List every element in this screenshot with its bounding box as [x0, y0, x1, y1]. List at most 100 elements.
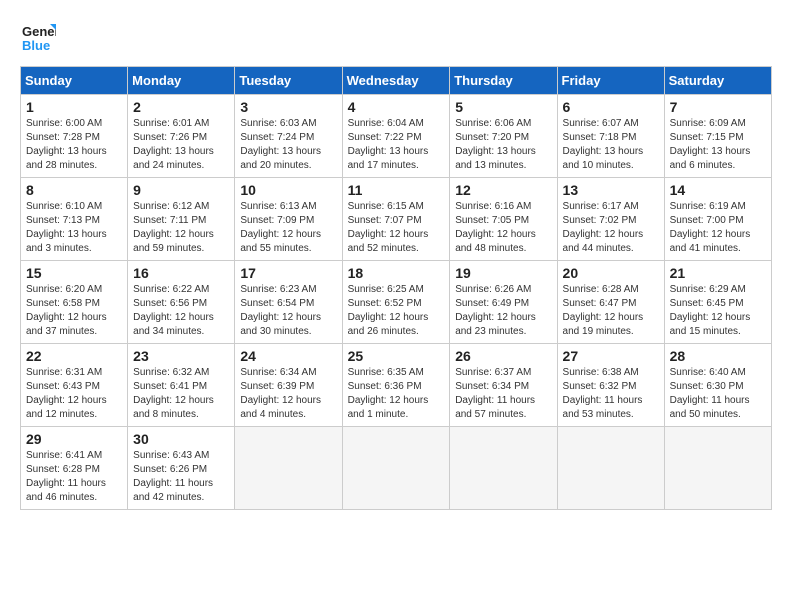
day-number: 6: [563, 99, 659, 115]
day-number: 12: [455, 182, 551, 198]
day-info: Sunrise: 6:26 AMSunset: 6:49 PMDaylight:…: [455, 283, 551, 339]
day-info: Sunrise: 6:17 AMSunset: 7:02 PMDaylight:…: [563, 200, 659, 256]
day-number: 21: [670, 265, 766, 281]
day-info: Sunrise: 6:10 AMSunset: 7:13 PMDaylight:…: [26, 200, 122, 256]
day-info: Sunrise: 6:07 AMSunset: 7:18 PMDaylight:…: [563, 117, 659, 173]
calendar-day-22: 22 Sunrise: 6:31 AMSunset: 6:43 PMDaylig…: [21, 344, 128, 427]
day-info: Sunrise: 6:43 AMSunset: 6:26 PMDaylight:…: [133, 449, 229, 505]
calendar-day-1: 1 Sunrise: 6:00 AMSunset: 7:28 PMDayligh…: [21, 95, 128, 178]
calendar-day-26: 26 Sunrise: 6:37 AMSunset: 6:34 PMDaylig…: [450, 344, 557, 427]
svg-text:General: General: [22, 24, 56, 39]
day-info: Sunrise: 6:06 AMSunset: 7:20 PMDaylight:…: [455, 117, 551, 173]
day-info: Sunrise: 6:35 AMSunset: 6:36 PMDaylight:…: [348, 366, 445, 422]
day-number: 1: [26, 99, 122, 115]
calendar-week-3: 15 Sunrise: 6:20 AMSunset: 6:58 PMDaylig…: [21, 261, 772, 344]
calendar-day-14: 14 Sunrise: 6:19 AMSunset: 7:00 PMDaylig…: [664, 178, 771, 261]
day-number: 17: [240, 265, 336, 281]
day-number: 13: [563, 182, 659, 198]
logo-svg: General Blue: [20, 20, 56, 56]
day-number: 18: [348, 265, 445, 281]
day-number: 26: [455, 348, 551, 364]
day-number: 11: [348, 182, 445, 198]
calendar-week-1: 1 Sunrise: 6:00 AMSunset: 7:28 PMDayligh…: [21, 95, 772, 178]
day-info: Sunrise: 6:25 AMSunset: 6:52 PMDaylight:…: [348, 283, 445, 339]
calendar-day-30: 30 Sunrise: 6:43 AMSunset: 6:26 PMDaylig…: [128, 427, 235, 510]
calendar-day-9: 9 Sunrise: 6:12 AMSunset: 7:11 PMDayligh…: [128, 178, 235, 261]
calendar-day-4: 4 Sunrise: 6:04 AMSunset: 7:22 PMDayligh…: [342, 95, 450, 178]
calendar-day-10: 10 Sunrise: 6:13 AMSunset: 7:09 PMDaylig…: [235, 178, 342, 261]
day-info: Sunrise: 6:03 AMSunset: 7:24 PMDaylight:…: [240, 117, 336, 173]
day-info: Sunrise: 6:37 AMSunset: 6:34 PMDaylight:…: [455, 366, 551, 422]
calendar-day-29: 29 Sunrise: 6:41 AMSunset: 6:28 PMDaylig…: [21, 427, 128, 510]
day-info: Sunrise: 6:32 AMSunset: 6:41 PMDaylight:…: [133, 366, 229, 422]
day-number: 4: [348, 99, 445, 115]
day-number: 24: [240, 348, 336, 364]
calendar-day-19: 19 Sunrise: 6:26 AMSunset: 6:49 PMDaylig…: [450, 261, 557, 344]
col-header-wednesday: Wednesday: [342, 67, 450, 95]
day-info: Sunrise: 6:28 AMSunset: 6:47 PMDaylight:…: [563, 283, 659, 339]
day-number: 14: [670, 182, 766, 198]
day-number: 8: [26, 182, 122, 198]
day-info: Sunrise: 6:31 AMSunset: 6:43 PMDaylight:…: [26, 366, 122, 422]
day-info: Sunrise: 6:19 AMSunset: 7:00 PMDaylight:…: [670, 200, 766, 256]
day-info: Sunrise: 6:40 AMSunset: 6:30 PMDaylight:…: [670, 366, 766, 422]
day-number: 25: [348, 348, 445, 364]
day-number: 3: [240, 99, 336, 115]
calendar-day-28: 28 Sunrise: 6:40 AMSunset: 6:30 PMDaylig…: [664, 344, 771, 427]
day-number: 9: [133, 182, 229, 198]
calendar-day-17: 17 Sunrise: 6:23 AMSunset: 6:54 PMDaylig…: [235, 261, 342, 344]
calendar-day-21: 21 Sunrise: 6:29 AMSunset: 6:45 PMDaylig…: [664, 261, 771, 344]
calendar-day-11: 11 Sunrise: 6:15 AMSunset: 7:07 PMDaylig…: [342, 178, 450, 261]
col-header-friday: Friday: [557, 67, 664, 95]
day-number: 19: [455, 265, 551, 281]
calendar-day-7: 7 Sunrise: 6:09 AMSunset: 7:15 PMDayligh…: [664, 95, 771, 178]
calendar-day-3: 3 Sunrise: 6:03 AMSunset: 7:24 PMDayligh…: [235, 95, 342, 178]
calendar-day-16: 16 Sunrise: 6:22 AMSunset: 6:56 PMDaylig…: [128, 261, 235, 344]
page-header: General Blue: [20, 20, 772, 56]
day-info: Sunrise: 6:12 AMSunset: 7:11 PMDaylight:…: [133, 200, 229, 256]
day-number: 29: [26, 431, 122, 447]
svg-text:Blue: Blue: [22, 38, 50, 53]
day-info: Sunrise: 6:34 AMSunset: 6:39 PMDaylight:…: [240, 366, 336, 422]
day-number: 20: [563, 265, 659, 281]
calendar-day-27: 27 Sunrise: 6:38 AMSunset: 6:32 PMDaylig…: [557, 344, 664, 427]
day-number: 2: [133, 99, 229, 115]
empty-cell: [235, 427, 342, 510]
calendar-day-18: 18 Sunrise: 6:25 AMSunset: 6:52 PMDaylig…: [342, 261, 450, 344]
empty-cell: [664, 427, 771, 510]
day-info: Sunrise: 6:29 AMSunset: 6:45 PMDaylight:…: [670, 283, 766, 339]
calendar-day-13: 13 Sunrise: 6:17 AMSunset: 7:02 PMDaylig…: [557, 178, 664, 261]
day-number: 16: [133, 265, 229, 281]
calendar-day-25: 25 Sunrise: 6:35 AMSunset: 6:36 PMDaylig…: [342, 344, 450, 427]
calendar-day-5: 5 Sunrise: 6:06 AMSunset: 7:20 PMDayligh…: [450, 95, 557, 178]
col-header-sunday: Sunday: [21, 67, 128, 95]
day-number: 28: [670, 348, 766, 364]
day-info: Sunrise: 6:38 AMSunset: 6:32 PMDaylight:…: [563, 366, 659, 422]
logo: General Blue: [20, 20, 56, 56]
col-header-thursday: Thursday: [450, 67, 557, 95]
calendar-day-2: 2 Sunrise: 6:01 AMSunset: 7:26 PMDayligh…: [128, 95, 235, 178]
day-info: Sunrise: 6:09 AMSunset: 7:15 PMDaylight:…: [670, 117, 766, 173]
day-number: 7: [670, 99, 766, 115]
calendar-day-8: 8 Sunrise: 6:10 AMSunset: 7:13 PMDayligh…: [21, 178, 128, 261]
empty-cell: [342, 427, 450, 510]
day-info: Sunrise: 6:23 AMSunset: 6:54 PMDaylight:…: [240, 283, 336, 339]
day-info: Sunrise: 6:04 AMSunset: 7:22 PMDaylight:…: [348, 117, 445, 173]
calendar-table: SundayMondayTuesdayWednesdayThursdayFrid…: [20, 66, 772, 510]
empty-cell: [557, 427, 664, 510]
col-header-monday: Monday: [128, 67, 235, 95]
col-header-tuesday: Tuesday: [235, 67, 342, 95]
day-info: Sunrise: 6:00 AMSunset: 7:28 PMDaylight:…: [26, 117, 122, 173]
empty-cell: [450, 427, 557, 510]
day-number: 23: [133, 348, 229, 364]
day-number: 10: [240, 182, 336, 198]
calendar-day-20: 20 Sunrise: 6:28 AMSunset: 6:47 PMDaylig…: [557, 261, 664, 344]
day-info: Sunrise: 6:13 AMSunset: 7:09 PMDaylight:…: [240, 200, 336, 256]
calendar-week-2: 8 Sunrise: 6:10 AMSunset: 7:13 PMDayligh…: [21, 178, 772, 261]
calendar-day-24: 24 Sunrise: 6:34 AMSunset: 6:39 PMDaylig…: [235, 344, 342, 427]
day-number: 30: [133, 431, 229, 447]
day-info: Sunrise: 6:15 AMSunset: 7:07 PMDaylight:…: [348, 200, 445, 256]
day-number: 5: [455, 99, 551, 115]
calendar-day-12: 12 Sunrise: 6:16 AMSunset: 7:05 PMDaylig…: [450, 178, 557, 261]
calendar-week-4: 22 Sunrise: 6:31 AMSunset: 6:43 PMDaylig…: [21, 344, 772, 427]
